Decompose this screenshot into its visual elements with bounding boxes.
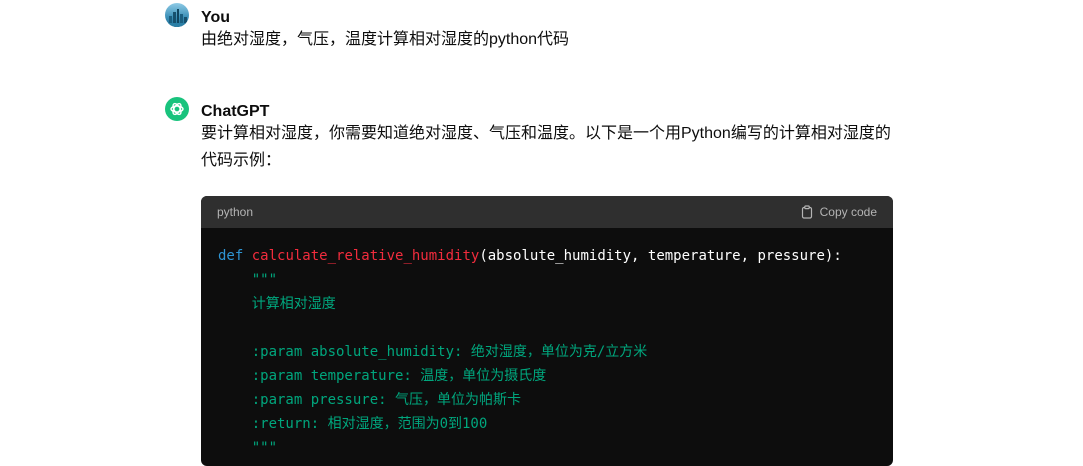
code-docstring-line: :param absolute_humidity: 绝对湿度，单位为克/立方米	[218, 344, 648, 360]
assistant-message-text: 要计算相对湿度，你需要知道绝对湿度、气压和温度。以下是一个用Python编写的计…	[201, 120, 901, 174]
code-docstring-line: 计算相对湿度	[218, 296, 336, 312]
code-block-header: python Copy code	[201, 196, 893, 228]
code-docstring-line: :return: 相对湿度，范围为0到100	[218, 416, 488, 432]
copy-code-button[interactable]: Copy code	[800, 205, 877, 219]
user-message-text: 由绝对湿度，气压，温度计算相对湿度的python代码	[201, 31, 570, 48]
code-block: python Copy code def calculate_relative_…	[201, 196, 893, 466]
code-signature: (absolute_humidity, temperature, pressur…	[479, 248, 842, 264]
assistant-message-line: 要计算相对湿度，你需要知道绝对湿度、气压和温度。以下是一个用Python编写的计…	[201, 125, 891, 142]
chatgpt-avatar	[165, 97, 189, 121]
code-line: def calculate_relative_humidity(absolute…	[218, 244, 876, 268]
code-docstring-line: :param temperature: 温度，单位为摄氏度	[218, 368, 547, 384]
openai-logo-icon	[170, 102, 184, 116]
assistant-author-name: ChatGPT	[201, 103, 270, 120]
code-docstring-line: """	[218, 272, 278, 288]
code-docstring-line: :param pressure: 气压，单位为帕斯卡	[218, 392, 522, 408]
code-docstring-line: ​	[218, 316, 876, 340]
code-keyword: def	[218, 248, 244, 264]
clipboard-icon	[801, 205, 812, 219]
code-function-name: calculate_relative_humidity	[251, 248, 480, 264]
assistant-message-line: 代码示例：	[201, 152, 282, 169]
code-content[interactable]: def calculate_relative_humidity(absolute…	[201, 228, 893, 466]
user-author-name: You	[201, 9, 231, 26]
copy-code-label: Copy code	[819, 205, 877, 219]
city-skyline-icon	[165, 9, 189, 27]
code-docstring-line: """	[218, 440, 278, 456]
code-language-label: python	[217, 205, 254, 219]
user-avatar	[165, 3, 189, 27]
